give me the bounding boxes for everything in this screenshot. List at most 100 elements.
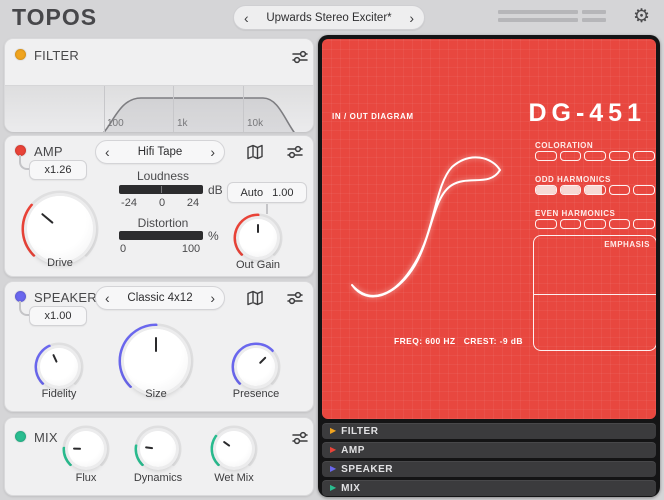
wet-mix-knob-label: Wet Mix: [214, 472, 254, 484]
header: TOPOS ‹ Upwards Stereo Exciter* › ⚙: [0, 0, 664, 35]
even-harmonics-label: EVEN HARMONICS: [535, 209, 615, 218]
gridline: [243, 86, 244, 132]
distortion-tick: 0: [120, 243, 126, 255]
mix-tab[interactable]: ▶ MIX: [322, 480, 656, 496]
preset-selector[interactable]: ‹ Upwards Stereo Exciter* ›: [233, 5, 425, 30]
filter-curve: [5, 86, 313, 132]
filter-tab[interactable]: ▶ FILTER: [322, 423, 656, 439]
speaker-settings-icon[interactable]: [285, 288, 305, 308]
amp-section: AMP x1.26 ‹ Hifi Tape › Drive Loudness d…: [4, 135, 314, 277]
amp-model-selector[interactable]: ‹ Hifi Tape ›: [95, 140, 225, 164]
auto-gain-value: 1.00: [272, 187, 293, 199]
presence-knob[interactable]: [230, 341, 282, 393]
loudness-tick: 0: [159, 197, 165, 209]
amp-tab[interactable]: ▶ AMP: [322, 442, 656, 458]
speaker-model-selector[interactable]: ‹ Classic 4x12 ›: [95, 286, 225, 310]
freq-crest-readout: FREQ: 600 HZ CREST: -9 dB: [394, 336, 523, 346]
speaker-multiplier-value[interactable]: x1.00: [29, 306, 87, 326]
amp-title: AMP: [34, 144, 63, 159]
odd-harmonics-label: ODD HARMONICS: [535, 175, 611, 184]
meter-bar: [498, 10, 578, 14]
mix-led[interactable]: [15, 431, 26, 442]
freq-tick-100: 100: [107, 118, 124, 129]
out-gain-knob[interactable]: [232, 212, 284, 264]
in-out-diagram-label: IN / OUT DIAGRAM: [332, 112, 414, 121]
speaker-model-name: Classic 4x12: [127, 292, 192, 304]
freq-tick-1k: 1k: [177, 118, 188, 129]
filter-tab-label: FILTER: [341, 426, 378, 437]
presence-knob-label: Presence: [233, 388, 279, 400]
speaker-tab-arrow-icon: ▶: [330, 465, 336, 473]
filter-led[interactable]: [15, 49, 26, 60]
effect-screen: IN / OUT DIAGRAM DG-451 COLORATION ODD H…: [322, 39, 656, 419]
flux-knob[interactable]: [61, 424, 111, 474]
mix-section: MIX Flux Dynamics Wet Mix: [4, 417, 314, 496]
gridline: [104, 86, 105, 132]
fidelity-knob-label: Fidelity: [42, 388, 77, 400]
mix-settings-icon[interactable]: [290, 428, 310, 448]
distortion-meter: [119, 231, 203, 240]
distortion-label: Distortion: [138, 216, 189, 230]
speaker-section: SPEAKER x1.00 ‹ Classic 4x12 › Fidelity …: [4, 281, 314, 412]
meter-bar: [582, 18, 606, 22]
drive-knob-label: Drive: [47, 257, 73, 269]
loudness-unit: dB: [208, 183, 223, 197]
mix-title: MIX: [34, 430, 58, 445]
amp-tab-label: AMP: [341, 445, 365, 456]
preset-next-icon[interactable]: ›: [409, 11, 414, 25]
loudness-label: Loudness: [137, 169, 189, 183]
flux-knob-label: Flux: [76, 472, 97, 484]
amp-settings-icon[interactable]: [285, 142, 305, 162]
amp-map-icon[interactable]: [245, 142, 265, 162]
loudness-tick: -24: [121, 197, 137, 209]
freq-tick-10k: 10k: [247, 118, 263, 129]
amp-model-next-icon[interactable]: ›: [210, 145, 215, 159]
emphasis-label: EMPHASIS: [604, 240, 650, 249]
loudness-tick: 24: [187, 197, 199, 209]
emphasis-display: EMPHASIS: [533, 235, 656, 351]
filter-section: FILTER 100 1k 10k: [4, 38, 314, 132]
speaker-tab[interactable]: ▶ SPEAKER: [322, 461, 656, 477]
out-gain-knob-label: Out Gain: [236, 259, 280, 271]
wet-mix-knob[interactable]: [209, 424, 259, 474]
filter-curve-display[interactable]: 100 1k 10k: [5, 85, 313, 132]
output-meters: [498, 10, 610, 26]
loudness-meter: [119, 185, 203, 194]
amp-multiplier-value[interactable]: x1.26: [29, 160, 87, 180]
meter-bar: [498, 18, 578, 22]
distortion-unit: %: [208, 229, 219, 243]
transfer-curve: [340, 145, 525, 335]
speaker-map-icon[interactable]: [245, 288, 265, 308]
amp-model-name: Hifi Tape: [138, 146, 183, 158]
even-harmonics-indicators: [535, 219, 655, 229]
speaker-title: SPEAKER: [34, 290, 97, 305]
speaker-tab-label: SPEAKER: [341, 464, 393, 475]
device-panel: IN / OUT DIAGRAM DG-451 COLORATION ODD H…: [318, 35, 660, 497]
mix-tab-arrow-icon: ▶: [330, 484, 336, 492]
dynamics-knob-label: Dynamics: [134, 472, 182, 484]
filter-settings-icon[interactable]: [290, 47, 310, 67]
amp-tab-arrow-icon: ▶: [330, 446, 336, 454]
speaker-model-next-icon[interactable]: ›: [210, 291, 215, 305]
app-title: TOPOS: [12, 4, 97, 31]
fidelity-knob[interactable]: [33, 341, 85, 393]
speaker-model-prev-icon[interactable]: ‹: [105, 291, 110, 305]
coloration-indicators: [535, 151, 655, 161]
meter-bar: [582, 10, 606, 14]
filter-title: FILTER: [34, 48, 79, 63]
mix-tab-label: MIX: [341, 483, 360, 494]
odd-harmonics-indicators: [535, 185, 655, 195]
amp-model-prev-icon[interactable]: ‹: [105, 145, 110, 159]
auto-gain-label: Auto: [240, 187, 263, 199]
dynamics-knob[interactable]: [133, 424, 183, 474]
coloration-label: COLORATION: [535, 141, 593, 150]
gridline: [173, 86, 174, 132]
auto-gain-box[interactable]: Auto 1.00: [227, 182, 307, 203]
distortion-tick: 100: [182, 243, 200, 255]
preset-prev-icon[interactable]: ‹: [244, 11, 249, 25]
filter-tab-arrow-icon: ▶: [330, 427, 336, 435]
size-knob-label: Size: [145, 388, 166, 400]
preset-name: Upwards Stereo Exciter*: [266, 12, 391, 24]
model-name: DG-451: [528, 99, 646, 128]
settings-icon[interactable]: ⚙: [633, 5, 650, 28]
